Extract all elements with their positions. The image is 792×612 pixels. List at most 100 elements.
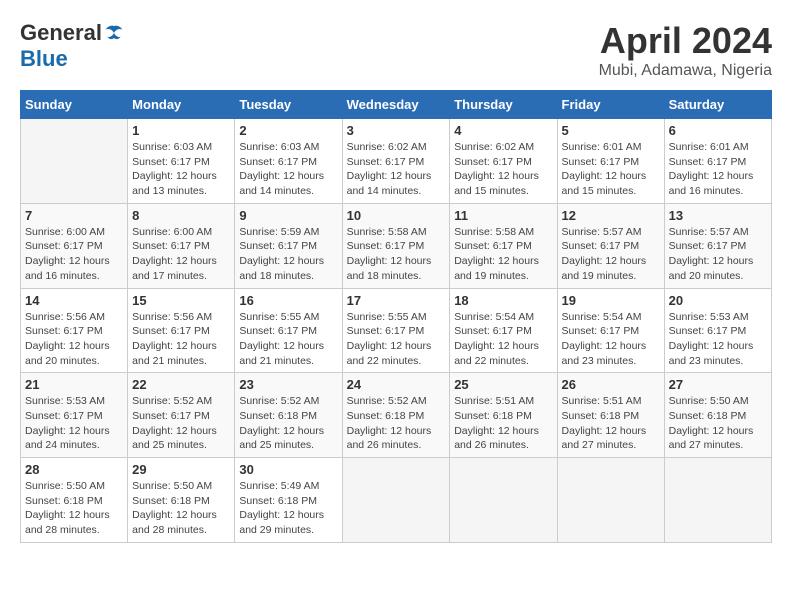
calendar-cell: 12 Sunrise: 5:57 AMSunset: 6:17 PMDayligh…	[557, 203, 664, 288]
weekday-header: Monday	[128, 91, 235, 119]
day-info: Sunrise: 6:01 AMSunset: 6:17 PMDaylight:…	[669, 140, 767, 199]
calendar-cell: 25 Sunrise: 5:51 AMSunset: 6:18 PMDayligh…	[450, 373, 557, 458]
day-number: 18	[454, 293, 552, 308]
calendar-cell: 21Sunrise: 5:53 AMSunset: 6:17 PMDayligh…	[21, 373, 128, 458]
calendar-cell: 23Sunrise: 5:52 AMSunset: 6:18 PMDayligh…	[235, 373, 342, 458]
day-info: Sunrise: 5:58 AMSunset: 6:17 PMDaylight:…	[347, 225, 446, 284]
day-number: 22	[132, 377, 230, 392]
weekday-header: Saturday	[664, 91, 771, 119]
day-number: 19	[562, 293, 660, 308]
day-number: 2	[239, 123, 337, 138]
calendar-cell: 10Sunrise: 5:58 AMSunset: 6:17 PMDayligh…	[342, 203, 450, 288]
day-number: 13	[669, 208, 767, 223]
calendar-week-row: 7Sunrise: 6:00 AMSunset: 6:17 PMDaylight…	[21, 203, 772, 288]
day-info: Sunrise: 6:03 AMSunset: 6:17 PMDaylight:…	[132, 140, 230, 199]
day-number: 14	[25, 293, 123, 308]
day-number: 4	[454, 123, 552, 138]
day-info: Sunrise: 5:54 AMSunset: 6:17 PMDaylight:…	[454, 310, 552, 369]
calendar-cell: 14 Sunrise: 5:56 AMSunset: 6:17 PMDayligh…	[21, 288, 128, 373]
calendar-cell: 6 Sunrise: 6:01 AMSunset: 6:17 PMDaylight…	[664, 119, 771, 204]
day-number: 17	[347, 293, 446, 308]
day-info: Sunrise: 5:57 AMSunset: 6:17 PMDaylight:…	[562, 225, 660, 284]
day-info: Sunrise: 5:56 AMSunset: 6:17 PMDaylight:…	[132, 310, 230, 369]
day-info: Sunrise: 5:54 AMSunset: 6:17 PMDaylight:…	[562, 310, 660, 369]
day-info: Sunrise: 5:50 AMSunset: 6:18 PMDaylight:…	[669, 394, 767, 453]
calendar-cell: 4 Sunrise: 6:02 AMSunset: 6:17 PMDaylight…	[450, 119, 557, 204]
day-number: 1	[132, 123, 230, 138]
logo-general: General	[20, 20, 102, 46]
day-info: Sunrise: 5:57 AMSunset: 6:17 PMDaylight:…	[669, 225, 767, 284]
day-number: 11	[454, 208, 552, 223]
day-info: Sunrise: 6:03 AMSunset: 6:17 PMDaylight:…	[239, 140, 337, 199]
calendar-cell: 22 Sunrise: 5:52 AMSunset: 6:17 PMDayligh…	[128, 373, 235, 458]
day-number: 26	[562, 377, 660, 392]
day-number: 12	[562, 208, 660, 223]
calendar-location: Mubi, Adamawa, Nigeria	[599, 62, 772, 80]
calendar-header-row: SundayMondayTuesdayWednesdayThursdayFrid…	[21, 91, 772, 119]
day-number: 25	[454, 377, 552, 392]
title-block: April 2024 Mubi, Adamawa, Nigeria	[599, 20, 772, 80]
calendar-cell: 30Sunrise: 5:49 AMSunset: 6:18 PMDayligh…	[235, 458, 342, 543]
day-info: Sunrise: 5:49 AMSunset: 6:18 PMDaylight:…	[239, 479, 337, 538]
calendar-cell: 20 Sunrise: 5:53 AMSunset: 6:17 PMDayligh…	[664, 288, 771, 373]
day-info: Sunrise: 6:02 AMSunset: 6:17 PMDaylight:…	[347, 140, 446, 199]
calendar-cell: 2 Sunrise: 6:03 AMSunset: 6:17 PMDaylight…	[235, 119, 342, 204]
day-info: Sunrise: 5:52 AMSunset: 6:17 PMDaylight:…	[132, 394, 230, 453]
calendar-cell	[664, 458, 771, 543]
calendar-cell: 9 Sunrise: 5:59 AMSunset: 6:17 PMDaylight…	[235, 203, 342, 288]
calendar-title: April 2024	[599, 20, 772, 62]
calendar-cell: 8 Sunrise: 6:00 AMSunset: 6:17 PMDaylight…	[128, 203, 235, 288]
day-info: Sunrise: 5:55 AMSunset: 6:17 PMDaylight:…	[347, 310, 446, 369]
day-number: 21	[25, 377, 123, 392]
day-number: 16	[239, 293, 337, 308]
calendar-table: SundayMondayTuesdayWednesdayThursdayFrid…	[20, 90, 772, 543]
logo-blue: Blue	[20, 46, 68, 72]
day-info: Sunrise: 5:51 AMSunset: 6:18 PMDaylight:…	[562, 394, 660, 453]
logo-bird-icon	[104, 23, 124, 43]
logo: General Blue	[20, 20, 124, 72]
calendar-cell: 5Sunrise: 6:01 AMSunset: 6:17 PMDaylight…	[557, 119, 664, 204]
day-number: 3	[347, 123, 446, 138]
calendar-cell: 15 Sunrise: 5:56 AMSunset: 6:17 PMDayligh…	[128, 288, 235, 373]
calendar-week-row: 21Sunrise: 5:53 AMSunset: 6:17 PMDayligh…	[21, 373, 772, 458]
day-info: Sunrise: 5:59 AMSunset: 6:17 PMDaylight:…	[239, 225, 337, 284]
day-number: 5	[562, 123, 660, 138]
calendar-cell: 3 Sunrise: 6:02 AMSunset: 6:17 PMDaylight…	[342, 119, 450, 204]
weekday-header: Sunday	[21, 91, 128, 119]
calendar-cell	[342, 458, 450, 543]
day-info: Sunrise: 5:56 AMSunset: 6:17 PMDaylight:…	[25, 310, 123, 369]
day-number: 27	[669, 377, 767, 392]
calendar-week-row: 28Sunrise: 5:50 AMSunset: 6:18 PMDayligh…	[21, 458, 772, 543]
calendar-cell	[557, 458, 664, 543]
weekday-header: Thursday	[450, 91, 557, 119]
page-header: General Blue April 2024 Mubi, Adamawa, N…	[20, 20, 772, 80]
calendar-cell: 1 Sunrise: 6:03 AMSunset: 6:17 PMDaylight…	[128, 119, 235, 204]
weekday-header: Friday	[557, 91, 664, 119]
day-number: 24	[347, 377, 446, 392]
day-number: 29	[132, 462, 230, 477]
day-info: Sunrise: 5:51 AMSunset: 6:18 PMDaylight:…	[454, 394, 552, 453]
day-number: 9	[239, 208, 337, 223]
day-info: Sunrise: 5:55 AMSunset: 6:17 PMDaylight:…	[239, 310, 337, 369]
day-number: 20	[669, 293, 767, 308]
weekday-header: Tuesday	[235, 91, 342, 119]
calendar-cell: 17 Sunrise: 5:55 AMSunset: 6:17 PMDayligh…	[342, 288, 450, 373]
calendar-cell: 28Sunrise: 5:50 AMSunset: 6:18 PMDayligh…	[21, 458, 128, 543]
calendar-cell: 27 Sunrise: 5:50 AMSunset: 6:18 PMDayligh…	[664, 373, 771, 458]
calendar-cell	[450, 458, 557, 543]
day-info: Sunrise: 6:02 AMSunset: 6:17 PMDaylight:…	[454, 140, 552, 199]
day-number: 6	[669, 123, 767, 138]
day-info: Sunrise: 5:52 AMSunset: 6:18 PMDaylight:…	[239, 394, 337, 453]
day-info: Sunrise: 6:00 AMSunset: 6:17 PMDaylight:…	[132, 225, 230, 284]
calendar-cell: 29Sunrise: 5:50 AMSunset: 6:18 PMDayligh…	[128, 458, 235, 543]
calendar-cell: 7Sunrise: 6:00 AMSunset: 6:17 PMDaylight…	[21, 203, 128, 288]
day-info: Sunrise: 5:52 AMSunset: 6:18 PMDaylight:…	[347, 394, 446, 453]
day-number: 8	[132, 208, 230, 223]
day-info: Sunrise: 5:50 AMSunset: 6:18 PMDaylight:…	[25, 479, 123, 538]
calendar-cell: 18 Sunrise: 5:54 AMSunset: 6:17 PMDayligh…	[450, 288, 557, 373]
weekday-header: Wednesday	[342, 91, 450, 119]
day-info: Sunrise: 5:53 AMSunset: 6:17 PMDaylight:…	[669, 310, 767, 369]
calendar-cell: 11Sunrise: 5:58 AMSunset: 6:17 PMDayligh…	[450, 203, 557, 288]
calendar-cell	[21, 119, 128, 204]
day-number: 15	[132, 293, 230, 308]
